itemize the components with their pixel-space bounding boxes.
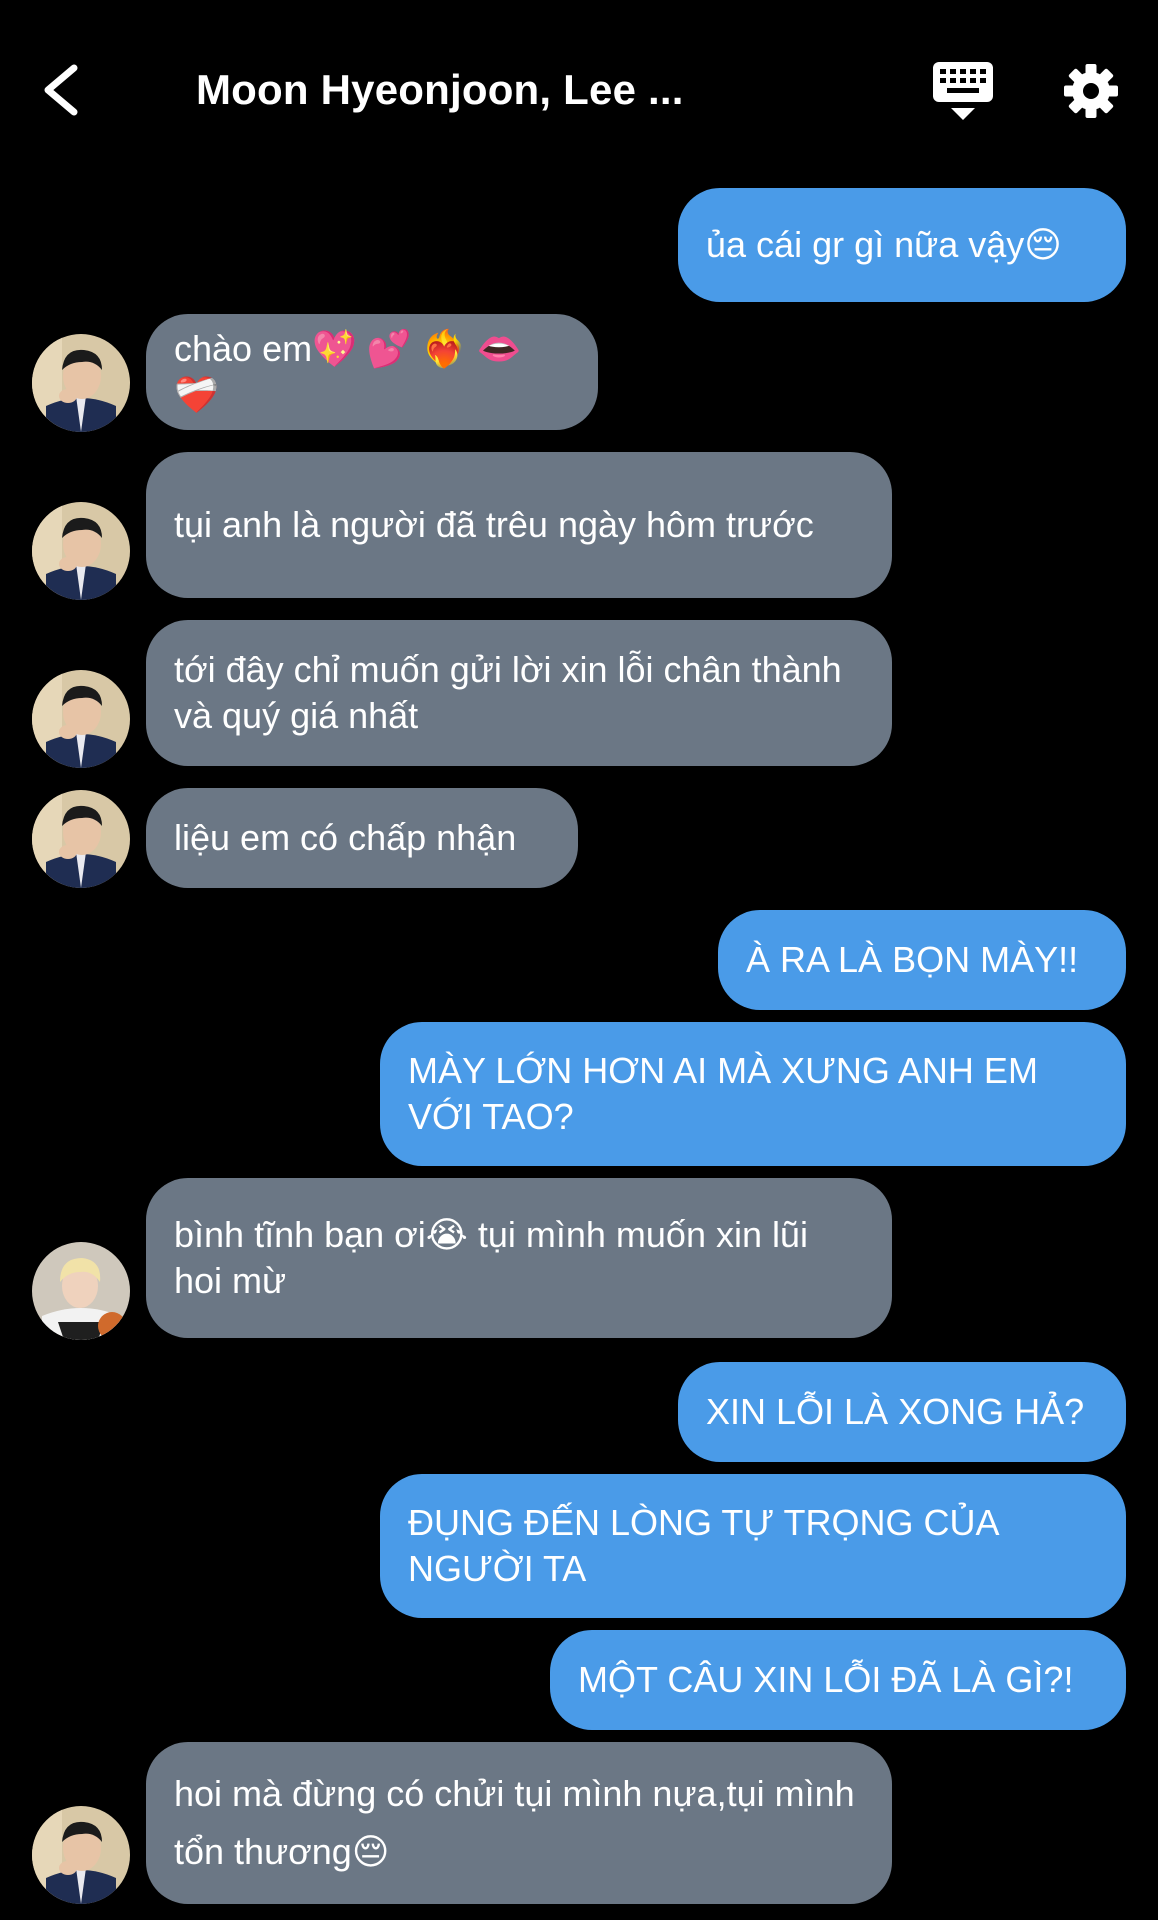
message-bubble-sent[interactable]: MÀY LỚN HƠN AI MÀ XƯNG ANH EM VỚI TAO? bbox=[380, 1022, 1126, 1166]
keyboard-icon bbox=[933, 62, 993, 120]
message-text: hoi mà đừng có chửi tụi mình nựa,tụi mìn… bbox=[174, 1773, 855, 1872]
message-bubble-sent[interactable]: MỘT CÂU XIN LỖI ĐÃ LÀ GÌ?! bbox=[550, 1630, 1126, 1730]
message-bubble-received[interactable]: tụi anh là người đã trêu ngày hôm trước bbox=[146, 452, 892, 598]
message-text: bình tĩnh bạn ơi😭 tụi mình muốn xin lũi … bbox=[174, 1214, 809, 1301]
chat-header: Moon Hyeonjoon, Lee ... bbox=[0, 0, 1158, 180]
message-text: liệu em có chấp nhận bbox=[174, 817, 517, 858]
gear-icon bbox=[1064, 64, 1118, 118]
message-bubble-sent[interactable]: XIN LỖI LÀ XONG HẢ? bbox=[678, 1362, 1126, 1462]
avatar[interactable] bbox=[32, 670, 130, 768]
message-text: ủa cái gr gì nữa vậy😔 bbox=[706, 224, 1062, 265]
chat-title[interactable]: Moon Hyeonjoon, Lee ... bbox=[196, 60, 756, 120]
message-text: MỘT CÂU XIN LỖI ĐÃ LÀ GÌ?! bbox=[578, 1659, 1074, 1700]
avatar[interactable] bbox=[32, 1242, 130, 1340]
avatar[interactable] bbox=[32, 502, 130, 600]
avatar[interactable] bbox=[32, 334, 130, 432]
message-text: XIN LỖI LÀ XONG HẢ? bbox=[706, 1391, 1085, 1432]
keyboard-button[interactable] bbox=[930, 58, 996, 124]
message-text: À RA LÀ BỌN MÀY!! bbox=[746, 939, 1079, 980]
message-bubble-sent[interactable]: ĐỤNG ĐẾN LÒNG TỰ TRỌNG CỦA NGƯỜI TA bbox=[380, 1474, 1126, 1618]
avatar[interactable] bbox=[32, 790, 130, 888]
back-button[interactable] bbox=[30, 50, 110, 130]
message-bubble-received[interactable]: hoi mà đừng có chửi tụi mình nựa,tụi mìn… bbox=[146, 1742, 892, 1904]
message-text: MÀY LỚN HƠN AI MÀ XƯNG ANH EM VỚI TAO? bbox=[408, 1050, 1038, 1137]
message-bubble-sent[interactable]: À RA LÀ BỌN MÀY!! bbox=[718, 910, 1126, 1010]
settings-button[interactable] bbox=[1062, 62, 1120, 120]
message-text: tới đây chỉ muốn gửi lời xin lỗi chân th… bbox=[174, 649, 842, 736]
message-bubble-sent[interactable]: ủa cái gr gì nữa vậy😔 bbox=[678, 188, 1126, 302]
message-text: ĐỤNG ĐẾN LÒNG TỰ TRỌNG CỦA NGƯỜI TA bbox=[408, 1502, 998, 1589]
message-bubble-received[interactable]: liệu em có chấp nhận bbox=[146, 788, 578, 888]
avatar[interactable] bbox=[32, 1806, 130, 1904]
message-bubble-received[interactable]: tới đây chỉ muốn gửi lời xin lỗi chân th… bbox=[146, 620, 892, 766]
message-text: chào em💖 💕 ❤️‍🔥 👄 ❤️‍🩹 bbox=[174, 328, 522, 415]
message-bubble-received[interactable]: chào em💖 💕 ❤️‍🔥 👄 ❤️‍🩹 bbox=[146, 314, 598, 430]
message-text: tụi anh là người đã trêu ngày hôm trước bbox=[174, 504, 814, 545]
chevron-left-icon bbox=[44, 64, 78, 116]
message-bubble-received[interactable]: bình tĩnh bạn ơi😭 tụi mình muốn xin lũi … bbox=[146, 1178, 892, 1338]
